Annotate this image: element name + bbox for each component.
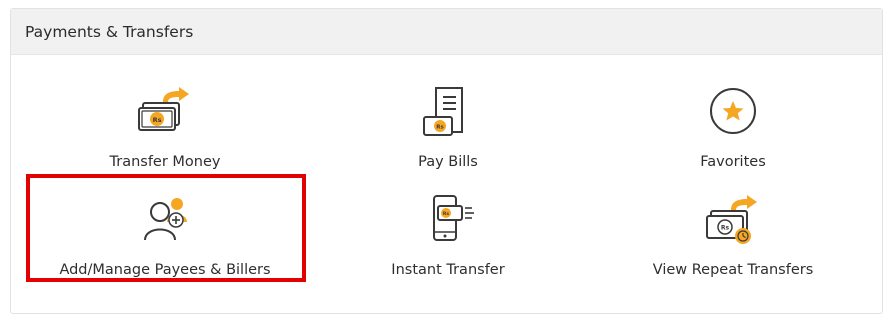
svg-text:Rs: Rs bbox=[721, 225, 730, 232]
tile-instant-transfer[interactable]: Rs Instant Transfer bbox=[303, 192, 593, 292]
svg-text:Rs: Rs bbox=[443, 211, 449, 217]
tile-label: Instant Transfer bbox=[391, 262, 505, 278]
tile-label: Favorites bbox=[700, 154, 766, 170]
svg-text:Rs: Rs bbox=[153, 116, 162, 124]
tile-favorites[interactable]: Favorites bbox=[588, 84, 878, 184]
instant-transfer-icon: Rs bbox=[433, 195, 474, 241]
panel-title: Payments & Transfers bbox=[25, 22, 194, 41]
repeat-transfer-icon: Rs bbox=[706, 195, 757, 244]
favorites-star-icon bbox=[710, 88, 756, 134]
panel-header: Payments & Transfers bbox=[11, 9, 882, 55]
tile-label: View Repeat Transfers bbox=[652, 262, 814, 278]
tile-transfer-money[interactable]: Rs Transfer Money bbox=[20, 84, 310, 184]
tile-label: Pay Bills bbox=[418, 154, 478, 170]
svg-text:Rs: Rs bbox=[436, 125, 444, 131]
pay-bills-icon: Rs bbox=[423, 87, 463, 136]
transfer-money-icon: Rs bbox=[138, 87, 189, 131]
tile-view-repeat-transfers[interactable]: Rs View Repeat Transfers bbox=[588, 192, 878, 292]
tile-pay-bills[interactable]: Rs Pay Bills bbox=[303, 84, 593, 184]
tile-label: Transfer Money bbox=[109, 154, 221, 170]
highlight-box bbox=[26, 174, 306, 282]
